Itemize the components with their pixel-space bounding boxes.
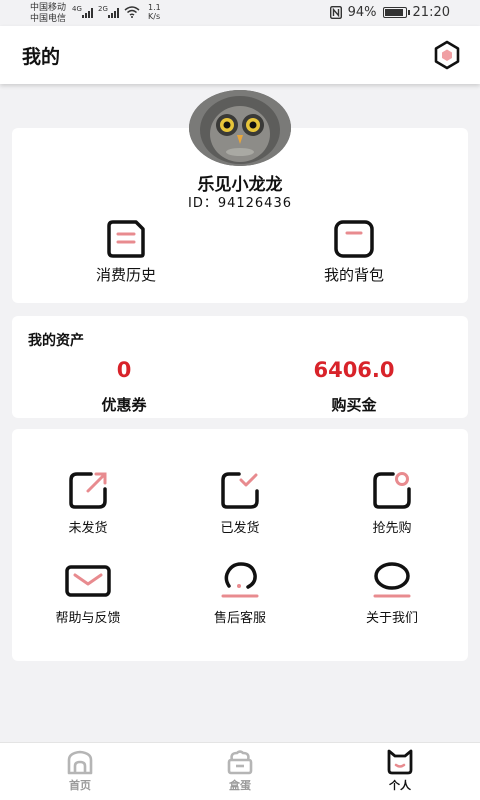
battery-icon (382, 7, 410, 18)
status-bar: 中国移动 中国电信 4G 2G 1.1 K/s 94% 21:20 (0, 0, 480, 26)
shipped-icon (221, 472, 259, 509)
menu-card: 未发货 已发货 抢先购 帮助与反馈 售后客服 关于我们 (12, 429, 468, 661)
nfc-icon (329, 6, 342, 19)
page-title: 我的 (22, 46, 61, 68)
consumption-history-button[interactable]: 消费历史 (66, 220, 186, 285)
network-type-2: 2G (98, 5, 108, 13)
network-speed: 1.1 K/s (148, 3, 161, 21)
after-sales-label: 售后客服 (213, 611, 266, 626)
presale-button[interactable]: 抢先购 (332, 469, 452, 536)
presale-icon (373, 472, 411, 509)
carrier-1: 中国移动 (30, 3, 67, 13)
status-right: 94% 21:20 (329, 5, 450, 20)
assets-title: 我的资产 (28, 333, 84, 349)
network-type-1: 4G (72, 5, 82, 13)
signal-1-icon (82, 8, 93, 18)
nav-home[interactable]: 首页 (40, 749, 120, 793)
purchase-credit-value[interactable]: 6406.0 (254, 358, 454, 382)
nav-box-egg-label: 盒蛋 (229, 779, 251, 792)
coupon-label[interactable]: 优惠券 (24, 394, 224, 415)
speed-value: 1.1 (148, 3, 161, 12)
help-feedback-button[interactable]: 帮助与反馈 (28, 559, 148, 626)
unshipped-label: 未发货 (68, 521, 108, 536)
about-icon (373, 562, 411, 598)
user-id: ID：94126436 (187, 196, 292, 211)
carrier-info: 中国移动 中国电信 (30, 3, 66, 25)
about-us-button[interactable]: 关于我们 (332, 559, 452, 626)
after-sales-button[interactable]: 售后客服 (180, 559, 300, 626)
battery-percent: 94% (347, 5, 377, 20)
box-egg-icon (227, 750, 253, 775)
my-backpack-label: 我的背包 (323, 266, 384, 284)
my-backpack-button[interactable]: 我的背包 (294, 220, 414, 285)
home-icon (67, 750, 93, 775)
nav-profile-label: 个人 (389, 779, 411, 792)
avatar[interactable] (189, 90, 291, 166)
unshipped-icon (69, 472, 107, 509)
presale-label: 抢先购 (372, 521, 412, 536)
about-us-label: 关于我们 (365, 611, 418, 626)
settings-hexagon-icon[interactable] (432, 40, 462, 70)
bottom-nav: 首页 盒蛋 个人 (0, 742, 480, 800)
assets-card: 我的资产 0 优惠券 6406.0 购买金 (12, 316, 468, 418)
mail-icon (65, 565, 111, 597)
cat-profile-icon (387, 749, 413, 775)
shipped-button[interactable]: 已发货 (180, 469, 300, 536)
unshipped-button[interactable]: 未发货 (28, 469, 148, 536)
purchase-credit-label[interactable]: 购买金 (254, 394, 454, 415)
carrier-2: 中国电信 (30, 14, 67, 24)
shipped-label: 已发货 (220, 521, 260, 536)
nav-home-label: 首页 (69, 779, 91, 792)
nav-box-egg[interactable]: 盒蛋 (200, 749, 280, 793)
nav-profile[interactable]: 个人 (360, 749, 440, 793)
help-feedback-label: 帮助与反馈 (55, 611, 121, 626)
app-header: 我的 (0, 26, 480, 84)
consumption-history-label: 消费历史 (95, 266, 156, 284)
speed-unit: K/s (148, 12, 161, 21)
clock: 21:20 (412, 5, 450, 20)
signal-2-icon (108, 8, 119, 18)
coupon-value[interactable]: 0 (24, 358, 224, 382)
backpack-icon (334, 220, 374, 258)
customer-service-icon (221, 562, 259, 598)
wifi-icon (124, 6, 140, 18)
owl-avatar-image (189, 90, 291, 166)
receipt-icon (107, 220, 145, 258)
